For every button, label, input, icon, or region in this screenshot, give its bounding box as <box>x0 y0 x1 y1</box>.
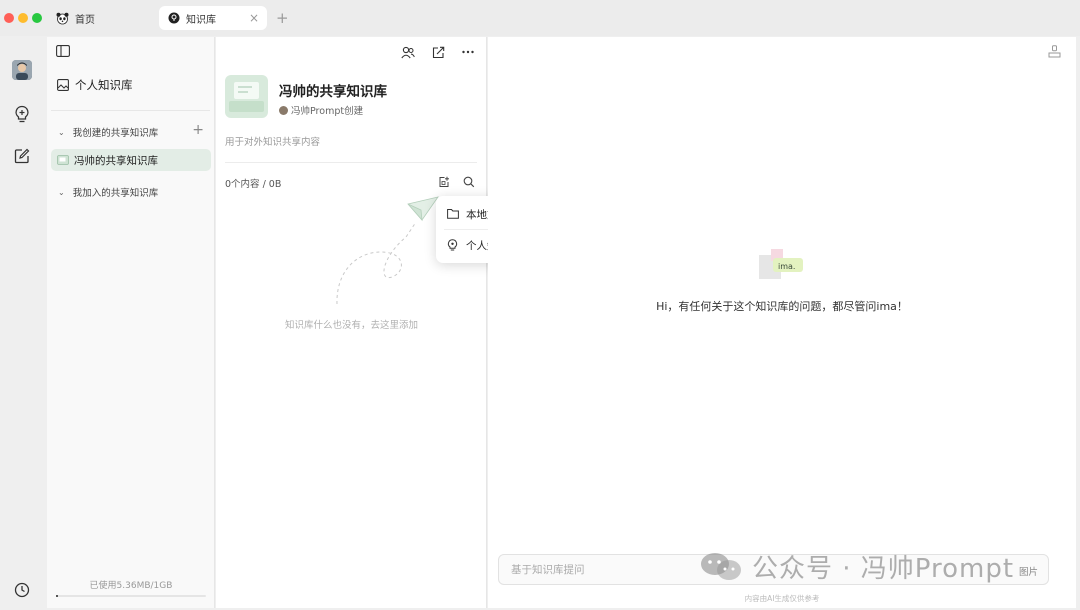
search-icon[interactable] <box>463 176 475 188</box>
owner-avatar <box>279 105 288 115</box>
chat-panel: ima. Hi，有任何关于这个知识库的问题，都尽管问ima！ 图片 内容由AI生… <box>488 37 1076 608</box>
sidebar-group-joined[interactable]: ⌄ 我加入的共享知识库 <box>58 185 159 200</box>
empty-state-text: 知识库什么也没有，去这里添加 <box>284 320 418 331</box>
storage-usage-text: 已使用5.36MB/1GB <box>89 581 173 591</box>
kb-cover-icon <box>57 155 69 165</box>
ima-logo-icon: ima. <box>759 249 803 279</box>
new-tab-button[interactable]: + <box>276 9 289 27</box>
kb-detail-panel: 冯帅的共享知识库 冯帅Prompt创建 用于对外知识共享内容 0个内容 / 0B… <box>216 37 487 608</box>
sidebar-item-personal-kb[interactable]: 个人知识库 <box>57 77 133 93</box>
sidebar-group-label: 我创建的共享知识库 <box>72 128 159 139</box>
sidebar-item-label: 个人知识库 <box>75 78 133 92</box>
add-content-icon[interactable] <box>438 176 450 188</box>
chevron-down-icon: ⌄ <box>58 127 65 137</box>
kb-cover-image <box>225 75 268 118</box>
kb-owner-label: 冯帅Prompt创建 <box>291 106 364 117</box>
watermark-text: 公众号 · 冯帅Prompt <box>752 554 1015 584</box>
tab-home-label: 首页 <box>75 14 95 26</box>
paper-plane-illustration <box>336 196 439 305</box>
clear-icon[interactable] <box>1048 45 1062 59</box>
sidebar-item-label: 冯帅的共享知识库 <box>74 154 158 167</box>
image-box-icon <box>57 79 69 91</box>
add-kb-button[interactable]: + <box>192 123 204 137</box>
storage-usage-bar <box>56 595 206 597</box>
watermark: 公众号 · 冯帅Prompt <box>700 548 1014 585</box>
members-icon[interactable] <box>401 45 415 59</box>
lightbulb-icon[interactable] <box>12 104 32 124</box>
lightbulb-icon <box>447 239 459 251</box>
storage-usage-fill <box>56 595 58 597</box>
sidebar: 个人知识库 ⌄ 我创建的共享知识库 + 冯帅的共享知识库 ⌄ 我加入的共享知识库… <box>47 37 215 608</box>
left-rail <box>0 36 46 610</box>
tab-knowledge-base-label: 知识库 <box>186 14 216 26</box>
kb-divider <box>225 162 477 163</box>
chevron-down-icon: ⌄ <box>58 187 65 197</box>
avatar[interactable] <box>12 60 32 80</box>
chat-greeting: Hi，有任何关于这个知识库的问题，都尽管问ima！ <box>656 300 908 313</box>
sidebar-toggle-icon[interactable] <box>56 45 70 57</box>
kb-owner: 冯帅Prompt创建 <box>279 103 363 117</box>
sidebar-group-label: 我加入的共享知识库 <box>72 188 159 199</box>
lightbulb-icon <box>167 12 180 25</box>
ima-logo-text: ima. <box>778 262 795 271</box>
edit-icon[interactable] <box>12 146 32 166</box>
tab-close-button[interactable]: × <box>249 11 259 25</box>
clock-icon[interactable] <box>12 580 32 600</box>
wechat-icon <box>701 552 741 580</box>
window-zoom-button[interactable] <box>32 13 42 23</box>
kb-description: 用于对外知识共享内容 <box>225 137 321 148</box>
chat-mode-selector[interactable]: 图片 <box>1019 564 1038 578</box>
more-icon[interactable] <box>461 45 475 59</box>
folder-icon <box>447 208 459 220</box>
panda-icon <box>56 12 69 25</box>
sidebar-item-shared-kb[interactable]: 冯帅的共享知识库 <box>51 149 211 171</box>
ai-disclaimer: 内容由AI生成仅供参考 <box>744 594 820 603</box>
share-icon[interactable] <box>431 45 445 59</box>
title-bar: 首页 知识库 × + <box>0 0 1080 36</box>
window-close-button[interactable] <box>4 13 14 23</box>
tab-knowledge-base[interactable]: 知识库 × <box>159 6 267 30</box>
sidebar-divider <box>51 110 210 111</box>
kb-title: 冯帅的共享知识库 <box>279 84 387 100</box>
window-minimize-button[interactable] <box>18 13 28 23</box>
tab-home[interactable]: 首页 <box>48 6 152 30</box>
kb-content-count: 0个内容 / 0B <box>225 179 282 190</box>
sidebar-group-created[interactable]: ⌄ 我创建的共享知识库 <box>58 125 159 140</box>
